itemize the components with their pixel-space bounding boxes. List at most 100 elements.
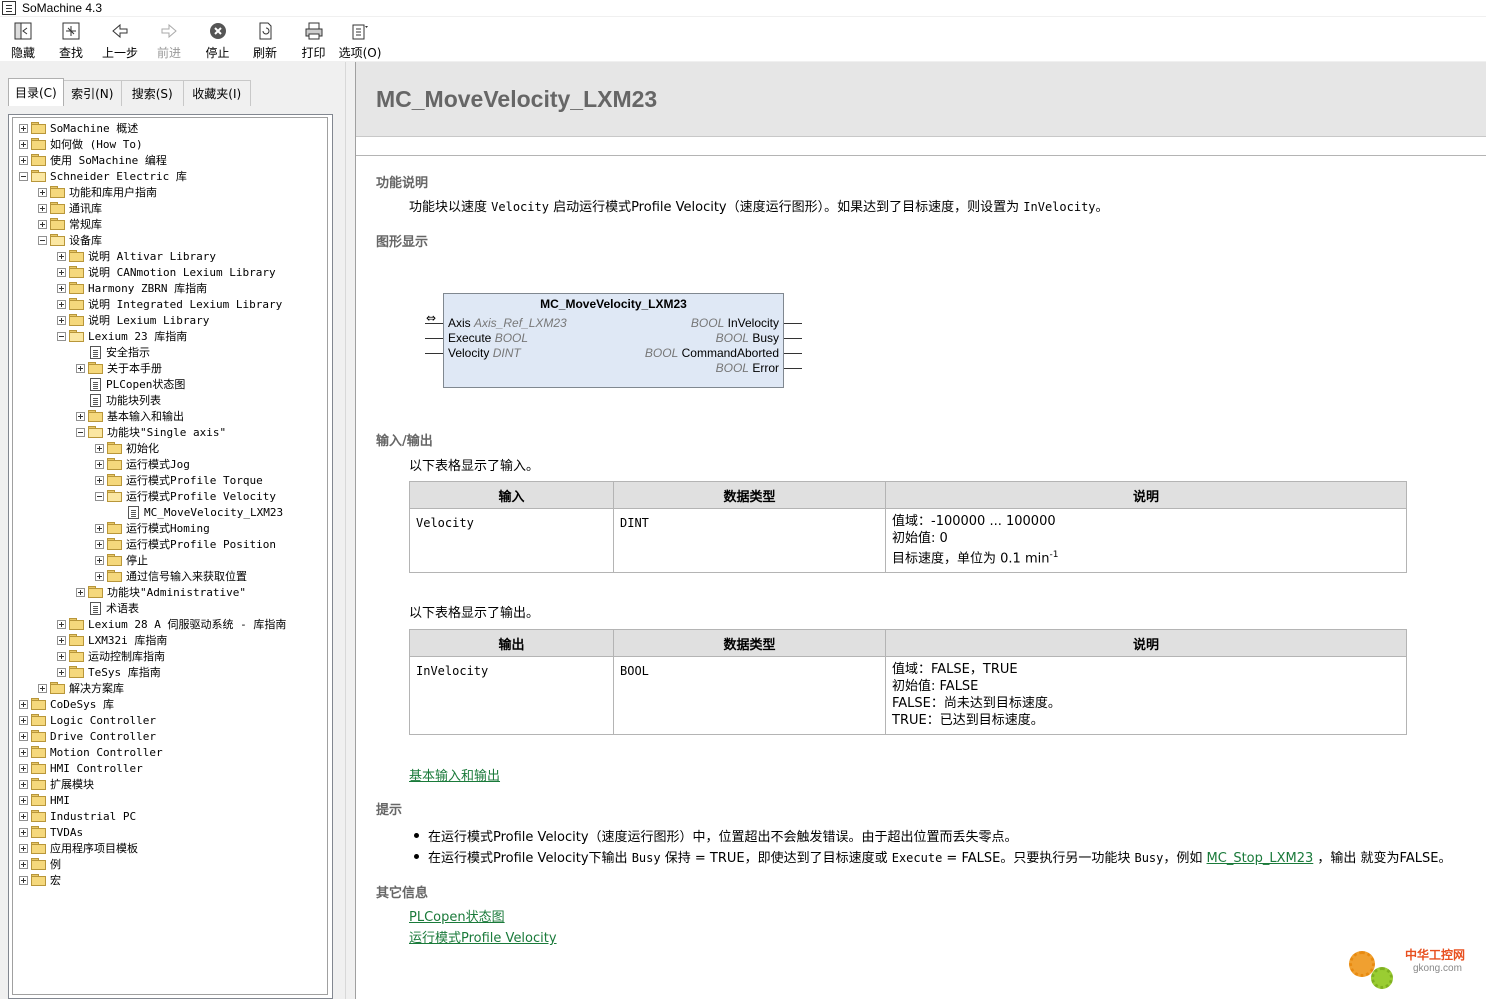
- expand-icon[interactable]: [19, 731, 28, 741]
- back-button[interactable]: 上一步: [96, 17, 144, 61]
- tree-item[interactable]: 说明 Lexium Library: [57, 312, 209, 328]
- collapse-icon[interactable]: [95, 491, 104, 501]
- collapse-icon[interactable]: [19, 171, 28, 181]
- expand-icon[interactable]: [57, 315, 66, 325]
- tree-item[interactable]: Lexium 23 库指南: [57, 328, 187, 344]
- collapse-icon[interactable]: [38, 235, 47, 245]
- collapse-icon[interactable]: [57, 331, 66, 341]
- tree-item[interactable]: Harmony ZBRN 库指南: [57, 280, 207, 296]
- expand-icon[interactable]: [19, 699, 28, 709]
- stop-button[interactable]: 停止: [194, 17, 241, 61]
- expand-icon[interactable]: [57, 635, 66, 645]
- tree-item[interactable]: 运动控制库指南: [57, 648, 165, 664]
- refresh-button[interactable]: 刷新: [241, 17, 289, 61]
- tree-item[interactable]: 术语表: [76, 600, 139, 616]
- tree-item[interactable]: 解决方案库: [38, 680, 124, 696]
- tree-item[interactable]: 功能块"Administrative": [76, 584, 246, 600]
- expand-icon[interactable]: [19, 763, 28, 773]
- tree-item[interactable]: 说明 Integrated Lexium Library: [57, 296, 282, 312]
- expand-icon[interactable]: [57, 619, 66, 629]
- tree-item[interactable]: Lexium 28 A 伺服驱动系统 - 库指南: [57, 616, 286, 632]
- expand-icon[interactable]: [19, 811, 28, 821]
- expand-icon[interactable]: [95, 571, 104, 581]
- tree-item[interactable]: 运行模式Profile Torque: [95, 472, 263, 488]
- tree-item[interactable]: 运行模式Jog: [95, 456, 190, 472]
- tree-item[interactable]: TeSys 库指南: [57, 664, 161, 680]
- tree-item[interactable]: 应用程序项目模板: [19, 840, 138, 856]
- tree-item[interactable]: Logic Controller: [19, 712, 156, 728]
- tree-item[interactable]: PLCopen状态图: [76, 376, 185, 392]
- contents-tree[interactable]: SoMachine 概述 如何做 (How To) 使用 SoMachine 编程 S…: [12, 117, 328, 995]
- expand-icon[interactable]: [19, 155, 28, 165]
- expand-icon[interactable]: [19, 747, 28, 757]
- expand-icon[interactable]: [95, 539, 104, 549]
- tab-favorites[interactable]: 收藏夹(I): [182, 80, 251, 106]
- tree-item[interactable]: MC_MoveVelocity_LXM23: [114, 504, 283, 520]
- expand-icon[interactable]: [38, 203, 47, 213]
- tree-item[interactable]: Drive Controller: [19, 728, 156, 744]
- tree-item[interactable]: Industrial PC: [19, 808, 136, 824]
- expand-icon[interactable]: [19, 123, 28, 133]
- expand-icon[interactable]: [76, 587, 85, 597]
- tree-item[interactable]: 关于本手册: [76, 360, 162, 376]
- tree-item[interactable]: TVDAs: [19, 824, 83, 840]
- tree-item[interactable]: 基本输入和输出: [76, 408, 184, 424]
- print-button[interactable]: 打印: [289, 17, 338, 61]
- expand-icon[interactable]: [76, 411, 85, 421]
- tree-item[interactable]: 通过信号输入来获取位置: [95, 568, 247, 584]
- tab-index[interactable]: 索引(N): [62, 80, 122, 106]
- tree-item[interactable]: 停止: [95, 552, 148, 568]
- hide-button[interactable]: 隐藏: [0, 17, 46, 61]
- expand-icon[interactable]: [95, 475, 104, 485]
- expand-icon[interactable]: [95, 523, 104, 533]
- tree-item[interactable]: 运行模式Profile Velocity: [95, 488, 276, 504]
- basic-io-link[interactable]: 基本输入和输出: [409, 769, 500, 784]
- expand-icon[interactable]: [38, 187, 47, 197]
- tree-item[interactable]: Motion Controller: [19, 744, 163, 760]
- tree-item[interactable]: 说明 Altivar Library: [57, 248, 216, 264]
- locate-button[interactable]: 查找: [46, 17, 96, 61]
- tree-item[interactable]: 扩展模块: [19, 776, 94, 792]
- tree-item[interactable]: 宏: [19, 872, 61, 888]
- expand-icon[interactable]: [19, 795, 28, 805]
- expand-icon[interactable]: [57, 251, 66, 261]
- pane-splitter[interactable]: [345, 62, 355, 999]
- expand-icon[interactable]: [57, 267, 66, 277]
- tree-item[interactable]: 设备库: [38, 232, 102, 248]
- profile-velocity-link[interactable]: 运行模式Profile Velocity: [409, 931, 557, 946]
- forward-button[interactable]: 前进: [144, 17, 194, 61]
- tree-item[interactable]: 说明 CANmotion Lexium Library: [57, 264, 276, 280]
- tree-item[interactable]: HMI Controller: [19, 760, 143, 776]
- expand-icon[interactable]: [38, 219, 47, 229]
- expand-icon[interactable]: [57, 667, 66, 677]
- tree-item[interactable]: 功能块列表: [76, 392, 161, 408]
- tab-search[interactable]: 搜索(S): [120, 80, 184, 106]
- expand-icon[interactable]: [19, 859, 28, 869]
- collapse-icon[interactable]: [76, 427, 85, 437]
- tree-item[interactable]: 例: [19, 856, 61, 872]
- tree-item[interactable]: 安全指示: [76, 344, 150, 360]
- tree-item[interactable]: 功能和库用户指南: [38, 184, 157, 200]
- expand-icon[interactable]: [95, 555, 104, 565]
- expand-icon[interactable]: [38, 683, 47, 693]
- mc-stop-link[interactable]: MC_Stop_LXM23: [1207, 851, 1314, 866]
- expand-icon[interactable]: [57, 651, 66, 661]
- plcopen-link[interactable]: PLCopen状态图: [409, 910, 505, 925]
- tree-item[interactable]: 如何做 (How To): [19, 136, 143, 152]
- tree-item[interactable]: HMI: [19, 792, 70, 808]
- expand-icon[interactable]: [19, 139, 28, 149]
- expand-icon[interactable]: [57, 299, 66, 309]
- tree-item[interactable]: SoMachine 概述: [19, 120, 138, 136]
- tree-item[interactable]: 功能块"Single axis": [76, 424, 226, 440]
- expand-icon[interactable]: [19, 827, 28, 837]
- expand-icon[interactable]: [19, 779, 28, 789]
- tree-item[interactable]: 初始化: [95, 440, 159, 456]
- tree-item[interactable]: 运行模式Homing: [95, 520, 210, 536]
- expand-icon[interactable]: [19, 843, 28, 853]
- expand-icon[interactable]: [19, 715, 28, 725]
- tree-item[interactable]: 使用 SoMachine 编程: [19, 152, 167, 168]
- options-button[interactable]: 选项(O): [338, 17, 382, 61]
- tree-item[interactable]: LXM32i 库指南: [57, 632, 167, 648]
- tree-item[interactable]: CoDeSys 库: [19, 696, 114, 712]
- expand-icon[interactable]: [19, 875, 28, 885]
